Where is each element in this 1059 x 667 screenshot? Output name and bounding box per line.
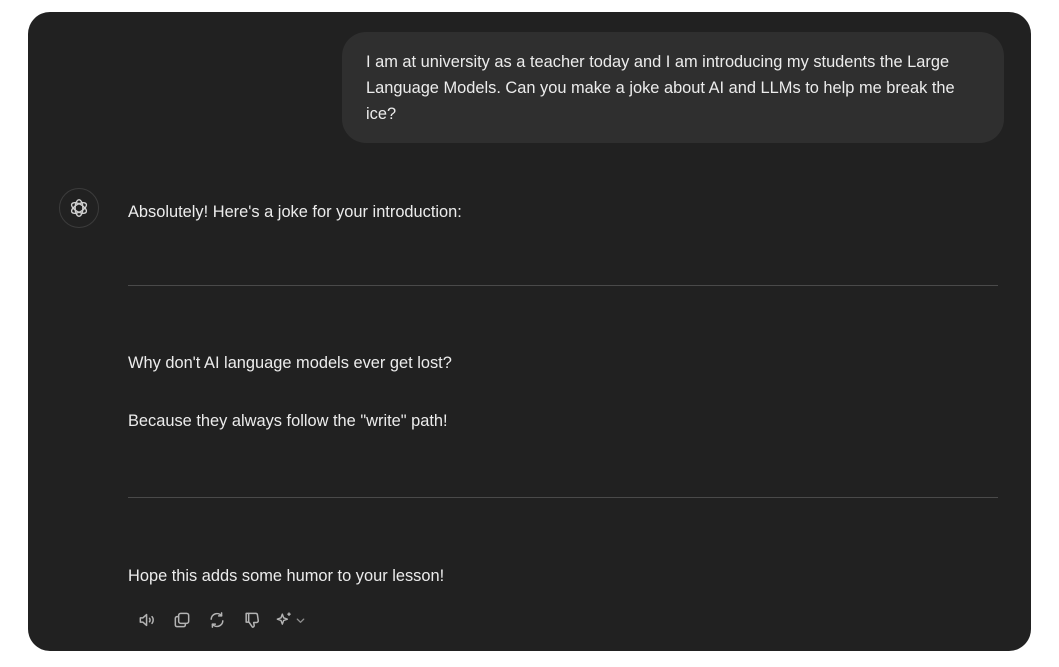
- copy-button[interactable]: [169, 607, 195, 633]
- thumbs-down-button[interactable]: [239, 607, 265, 633]
- joke-answer-text: Because they always follow the "write" p…: [128, 412, 448, 430]
- user-message-text: I am at university as a teacher today an…: [366, 53, 955, 123]
- assistant-intro-text: Absolutely! Here's a joke for your intro…: [128, 203, 462, 221]
- joke-question-text: Why don't AI language models ever get lo…: [128, 354, 452, 372]
- regenerate-button[interactable]: [204, 607, 230, 633]
- message-action-bar: [134, 607, 308, 633]
- chevron-down-icon: [295, 615, 306, 626]
- read-aloud-icon: [137, 610, 157, 630]
- change-model-button[interactable]: [274, 607, 308, 633]
- copy-icon: [172, 610, 192, 630]
- thumbs-down-icon: [242, 610, 262, 630]
- openai-logo-icon: [68, 197, 90, 219]
- chat-window: I am at university as a teacher today an…: [28, 12, 1031, 651]
- assistant-avatar: [59, 188, 99, 228]
- user-message-bubble: I am at university as a teacher today an…: [342, 32, 1004, 143]
- assistant-closing-text: Hope this adds some humor to your lesson…: [128, 567, 445, 585]
- sparkle-icon: [274, 610, 294, 630]
- divider: [128, 497, 998, 498]
- read-aloud-button[interactable]: [134, 607, 160, 633]
- regenerate-icon: [207, 610, 227, 630]
- divider: [128, 285, 998, 286]
